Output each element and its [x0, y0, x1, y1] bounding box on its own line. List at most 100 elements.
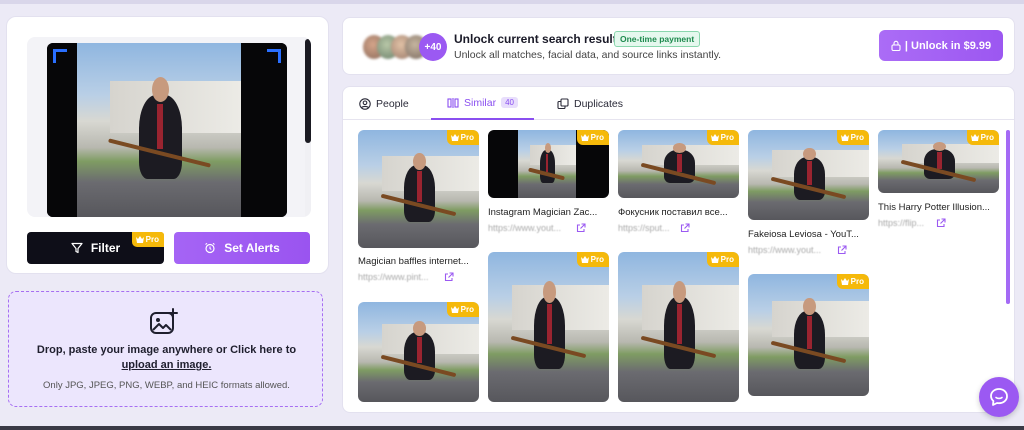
external-link-icon[interactable]: [837, 245, 847, 255]
pro-badge: Pro: [966, 130, 999, 145]
unlock-title: Unlock current search results: [454, 32, 624, 46]
compare-icon: [447, 97, 459, 108]
result-link[interactable]: https://www.pint...: [358, 272, 429, 282]
result-card[interactable]: Pro Instagram Magician Zac... https://ww…: [488, 130, 609, 240]
image-add-icon: [150, 308, 178, 334]
tab-similar-label: Similar: [464, 96, 497, 109]
result-title[interactable]: Instagram Magician Zac...: [488, 207, 609, 218]
filter-icon: [71, 242, 83, 254]
pro-label: Pro: [590, 133, 604, 142]
result-card[interactable]: Pro This Harry Potter Illusion... https:…: [878, 130, 999, 230]
pro-label: Pro: [980, 133, 994, 142]
chat-button[interactable]: [979, 377, 1019, 417]
set-alerts-button[interactable]: Set Alerts: [174, 232, 310, 264]
result-link[interactable]: https://www.yout...: [748, 245, 821, 255]
external-link-icon[interactable]: [576, 223, 586, 233]
result-card[interactable]: Pro: [488, 252, 609, 402]
bottom-edge: [0, 426, 1024, 430]
result-thumbnail[interactable]: Pro: [488, 130, 609, 198]
pro-label: Pro: [460, 133, 474, 142]
crop-corner-top-right[interactable]: [267, 49, 281, 63]
filter-label: Filter: [90, 241, 121, 255]
crown-icon: [135, 236, 144, 243]
crown-icon: [450, 306, 459, 313]
crown-icon: [710, 134, 719, 141]
chat-bubble-icon: [990, 388, 1008, 406]
result-thumbnail[interactable]: Pro: [618, 252, 739, 402]
result-card[interactable]: Pro: [358, 302, 479, 402]
upload-drop-zone[interactable]: Drop, paste your image anywhere or Click…: [8, 291, 323, 407]
result-title[interactable]: Фокусник поставил все...: [618, 207, 739, 218]
result-card[interactable]: Pro Magician baffles internet... https:/…: [358, 130, 479, 290]
image-preview-card: Filter Pro Set Alerts: [6, 16, 329, 274]
tab-people[interactable]: People: [359, 87, 409, 120]
result-thumbnail[interactable]: Pro: [748, 274, 869, 396]
one-time-payment-badge: One-time payment: [614, 31, 701, 47]
tab-people-label: People: [376, 97, 409, 110]
unlock-banner: +40 Unlock current search results One-ti…: [342, 17, 1015, 75]
tab-duplicates[interactable]: Duplicates: [557, 87, 623, 120]
crown-icon: [580, 256, 589, 263]
external-link-icon[interactable]: [444, 272, 454, 282]
result-card[interactable]: Pro: [748, 274, 869, 396]
uploaded-photo: [47, 43, 287, 217]
result-thumbnail[interactable]: Pro: [358, 302, 479, 402]
pro-badge: Pro: [836, 130, 869, 145]
avatar-count-badge: +40: [419, 33, 447, 61]
result-link[interactable]: https://www.yout...: [488, 223, 561, 233]
pro-badge: Pro: [576, 252, 609, 267]
tab-duplicates-label: Duplicates: [574, 97, 624, 110]
crop-corner-top-left[interactable]: [53, 49, 67, 63]
result-thumbnail[interactable]: Pro: [748, 130, 869, 220]
upload-text: Drop, paste your image anywhere or Click…: [36, 344, 297, 356]
crown-icon: [580, 134, 589, 141]
pro-label: Pro: [590, 255, 604, 264]
preview-scrollbar-thumb[interactable]: [305, 39, 311, 143]
tab-similar[interactable]: Similar 40: [431, 87, 534, 120]
upload-link[interactable]: upload an image.: [122, 359, 212, 371]
pro-label: Pro: [460, 305, 474, 314]
pro-badge: Pro: [836, 274, 869, 289]
pro-badge: Pro: [446, 302, 479, 317]
pro-badge: Pro: [576, 130, 609, 145]
set-alerts-label: Set Alerts: [224, 241, 280, 255]
result-card[interactable]: Pro Fakeiosa Leviosa - YouT... https://w…: [748, 130, 869, 262]
result-title[interactable]: Fakeiosa Leviosa - YouT...: [748, 229, 869, 240]
crown-icon: [840, 278, 849, 285]
external-link-icon[interactable]: [936, 218, 946, 228]
copy-icon: [557, 97, 569, 109]
pro-badge: Pro: [446, 130, 479, 145]
external-link-icon[interactable]: [680, 223, 690, 233]
filter-button[interactable]: Filter Pro: [27, 232, 164, 264]
top-edge: [0, 0, 1024, 4]
result-card[interactable]: Pro Фокусник поставил все... https://spu…: [618, 130, 739, 240]
result-thumbnail[interactable]: Pro: [488, 252, 609, 402]
result-link[interactable]: https://flip...: [878, 218, 924, 228]
crown-icon: [840, 134, 849, 141]
pro-label: Pro: [145, 235, 159, 244]
pro-label: Pro: [850, 277, 864, 286]
pro-label: Pro: [720, 255, 734, 264]
lock-icon: [891, 40, 901, 51]
result-thumbnail[interactable]: Pro: [358, 130, 479, 248]
blurred-avatars: +40: [359, 33, 449, 61]
unlock-button[interactable]: | Unlock in $9.99: [879, 30, 1003, 61]
upload-instructions: Drop, paste your image anywhere or Click…: [19, 343, 314, 373]
formats-note: Only JPG, JPEG, PNG, WEBP, and HEIC form…: [43, 380, 290, 391]
results-scrollbar-thumb[interactable]: [1006, 130, 1010, 304]
pro-label: Pro: [850, 133, 864, 142]
result-thumbnail[interactable]: Pro: [878, 130, 999, 193]
result-title[interactable]: This Harry Potter Illusion...: [878, 202, 999, 213]
pro-badge: Pro: [706, 130, 739, 145]
crown-icon: [970, 134, 979, 141]
result-link[interactable]: https://sput...: [618, 223, 670, 233]
results-panel: People Similar 40 Duplicates Pro Magicia…: [342, 86, 1015, 413]
similar-count-badge: 40: [501, 97, 518, 108]
result-title[interactable]: Magician baffles internet...: [358, 256, 479, 267]
result-card[interactable]: Pro: [618, 252, 739, 402]
bell-icon: [205, 242, 216, 254]
uploaded-image-preview: [27, 37, 311, 217]
result-thumbnail[interactable]: Pro: [618, 130, 739, 198]
pro-badge: Pro: [706, 252, 739, 267]
crown-icon: [450, 134, 459, 141]
